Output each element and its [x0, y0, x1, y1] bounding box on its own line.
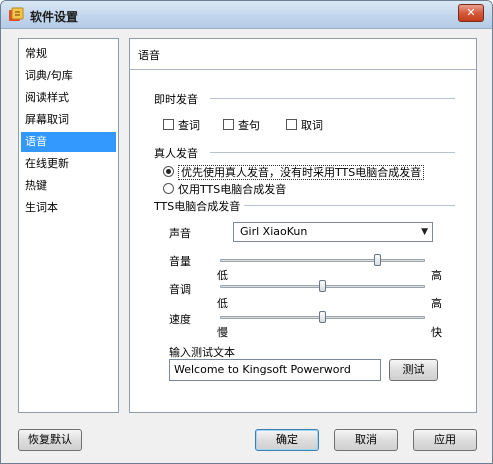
lookup-word-checkbox[interactable] [163, 119, 174, 130]
title-bar[interactable]: 软件设置 ✕ [1, 1, 492, 29]
nav-item-online-update[interactable]: 在线更新 [21, 154, 116, 174]
divider [210, 152, 455, 153]
test-text-input[interactable]: Welcome to Kingsoft Powerword [169, 359, 381, 381]
nav-item-reading-style[interactable]: 阅读样式 [21, 88, 116, 108]
prefer-human-voice-label: 优先使用真人发音，没有时采用TTS电脑合成发音 [178, 165, 425, 180]
capture-word-label: 取词 [301, 119, 323, 132]
human-voice-title: 真人发音 [154, 145, 202, 161]
speed-label: 速度 [169, 313, 191, 326]
test-text-label: 输入测试文本 [169, 346, 235, 359]
nav-item-general[interactable]: 常规 [21, 44, 116, 64]
speed-fast-label: 快 [431, 326, 442, 339]
tts-only-label: 仅用TTS电脑合成发音 [178, 183, 287, 196]
nav-item-vocabulary[interactable]: 生词本 [21, 198, 116, 218]
window-title: 软件设置 [30, 10, 79, 24]
pitch-high-label: 高 [431, 297, 442, 310]
divider [210, 98, 455, 99]
tts-title: TTS电脑合成发音 [154, 198, 245, 214]
voice-label: 声音 [169, 227, 191, 240]
volume-high-label: 高 [431, 269, 442, 282]
prefer-human-voice-radio[interactable] [163, 166, 174, 177]
voice-select-value: Girl XiaoKun [240, 225, 308, 238]
nav-item-dictionary[interactable]: 词典/句库 [21, 66, 116, 86]
restore-defaults-button[interactable]: 恢复默认 [18, 429, 82, 451]
instant-voice-title: 即时发音 [154, 91, 202, 107]
tts-only-radio[interactable] [163, 183, 174, 194]
volume-label: 音量 [169, 255, 191, 268]
ok-button[interactable]: 确定 [255, 429, 319, 451]
prefer-human-voice-label-wrap: 优先使用真人发音，没有时采用TTS电脑合成发音 [178, 164, 425, 180]
voice-select[interactable]: Girl XiaoKun ▼ [233, 222, 433, 242]
pitch-label: 音调 [169, 283, 191, 296]
voice-settings-panel: 语音 即时发音 查词 查句 取词 真人发音 优先使用真人发音，没有时采用TTS电… [129, 38, 477, 413]
volume-slider[interactable] [220, 259, 425, 262]
pitch-slider-thumb[interactable] [319, 280, 326, 292]
volume-low-label: 低 [217, 269, 228, 282]
capture-word-checkbox[interactable] [286, 119, 297, 130]
settings-nav: 常规 词典/句库 阅读样式 屏幕取词 语音 在线更新 热键 生词本 [18, 38, 119, 413]
pitch-low-label: 低 [217, 297, 228, 310]
close-button[interactable]: ✕ [458, 4, 484, 22]
cancel-button[interactable]: 取消 [334, 429, 398, 451]
apply-button[interactable]: 应用 [413, 429, 477, 451]
speed-slider-thumb[interactable] [319, 311, 326, 323]
nav-item-voice[interactable]: 语音 [21, 132, 116, 152]
divider [130, 69, 476, 70]
settings-window: 软件设置 ✕ 常规 词典/句库 阅读样式 屏幕取词 语音 在线更新 热键 生词本… [0, 0, 493, 464]
nav-item-hotkeys[interactable]: 热键 [21, 176, 116, 196]
lookup-sentence-checkbox[interactable] [223, 119, 234, 130]
app-icon [9, 7, 24, 21]
chevron-down-icon: ▼ [421, 227, 428, 237]
close-icon: ✕ [466, 6, 476, 19]
lookup-word-label: 查词 [178, 119, 200, 132]
speed-slow-label: 慢 [217, 326, 228, 339]
lookup-sentence-label: 查句 [238, 119, 260, 132]
nav-item-screen-capture[interactable]: 屏幕取词 [21, 110, 116, 130]
test-button[interactable]: 测试 [389, 359, 438, 381]
divider [242, 205, 455, 206]
volume-slider-thumb[interactable] [374, 254, 382, 266]
panel-title: 语音 [138, 49, 160, 62]
